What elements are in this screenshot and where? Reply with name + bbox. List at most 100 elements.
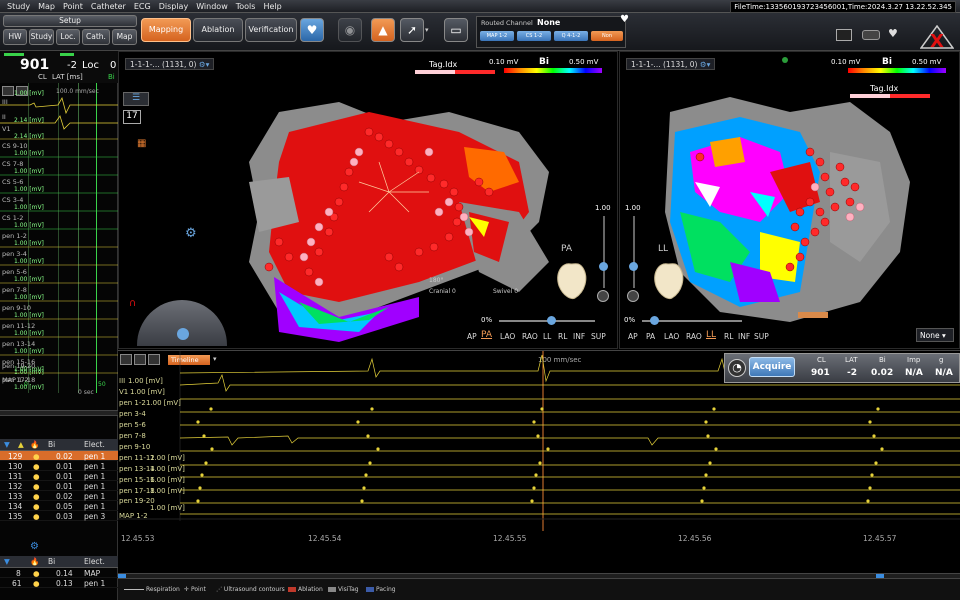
view-rl[interactable]: RL [724,332,733,341]
acquire-header: g [939,356,944,364]
column-header[interactable]: Elect. [84,440,105,449]
magnet-icon[interactable]: ∩ [129,298,136,309]
opacity-slider-handle[interactable] [629,262,638,271]
setup-button[interactable]: Setup [3,15,137,27]
table-row[interactable]: 134 ● 0.05 pen 1 [0,501,118,511]
menu-map[interactable]: Map [34,0,59,11]
view-lao[interactable]: LAO [500,332,515,341]
menu-point[interactable]: Point [59,0,87,11]
dropdown-chevron-icon[interactable]: ▾ [425,26,429,34]
opacity-slider[interactable] [633,216,635,288]
column-header[interactable]: Elect. [84,557,105,566]
column-header[interactable]: Bi [48,440,55,449]
table-row[interactable]: 135 ● 0.03 pen 3 [0,511,118,521]
alert-icon[interactable]: X [919,24,955,52]
screen-icon[interactable]: ▭ [444,18,468,42]
column-header[interactable]: Bi [48,557,55,566]
menu-window[interactable]: Window [192,0,232,11]
acquire-cl-value: 901 [811,368,830,378]
table-row[interactable]: 8 ● 0.14 MAP [0,568,118,578]
grid-settings-icon[interactable]: ▦ [137,138,151,150]
map-title-dropdown[interactable]: 1-1-1-... (1131, 0) ⚙▾ [626,58,716,70]
view-rao[interactable]: RAO [522,332,538,341]
opacity-slider-handle[interactable] [599,262,608,271]
view-rao[interactable]: RAO [686,332,702,341]
navigation-dial[interactable] [137,300,227,346]
time-marker: 0 [24,381,28,388]
view-sup[interactable]: SUP [591,332,606,341]
ablation-mode-button[interactable]: Ablation [193,18,243,42]
menu-tools[interactable]: Tools [232,0,260,11]
heart-view-icon[interactable]: ♥ [300,18,324,42]
menu-study[interactable]: Study [0,0,34,11]
view-sup[interactable]: SUP [754,332,769,341]
cursor-tool-icon[interactable]: ➚ [400,18,424,42]
study-button[interactable]: Study [29,29,54,45]
layers-icon[interactable]: ☰ [123,92,149,106]
anatomy-map-left[interactable] [219,92,609,352]
left-map-pane[interactable]: 1-1-1-... (1131, 0) ⚙▾ 0.10 mV Bi 0.50 m… [118,51,618,349]
view-rl[interactable]: RL [558,332,567,341]
point-elect: pen 1 [84,492,106,501]
routed-chip[interactable]: Q 4-1-2 [554,31,588,41]
view-ll[interactable]: LL [706,330,716,340]
acquire-settings-icon[interactable]: ◔ [728,359,746,377]
menu-help[interactable]: Help [259,0,285,11]
map-options-icon[interactable]: ⚙▾ [199,60,210,69]
mapping-mode-button[interactable]: Mapping [141,18,191,42]
table-row[interactable]: 131 ● 0.01 pen 1 [0,471,118,481]
map-options-icon[interactable]: ⚙▾ [700,60,711,69]
anatomy-map-right[interactable] [650,92,930,342]
view-ll[interactable]: LL [543,332,551,341]
table-row[interactable]: 130 ● 0.01 pen 1 [0,461,118,471]
table-row[interactable]: 61 ● 0.13 pen 1 [0,578,118,588]
routed-chip[interactable]: CS 1-2 [517,31,551,41]
opacity-slider[interactable] [603,216,605,288]
view-inf[interactable]: INF [738,332,750,341]
chevron-down-icon[interactable] [627,290,639,302]
acquire-button[interactable]: Acquire [749,357,795,377]
verification-mode-button[interactable]: Verification [245,18,297,42]
view-ap[interactable]: AP [467,332,477,341]
view-pa[interactable]: PA [646,332,655,341]
loc-button[interactable]: Loc. [56,29,80,45]
chevron-down-icon[interactable] [597,290,609,302]
routed-chip[interactable]: Non [591,31,623,41]
ecg-channel-scale: 2.14 [mV] [14,133,44,140]
hw-button[interactable]: HW [3,29,27,45]
menu-display[interactable]: Display [155,0,193,11]
map-button[interactable]: Map [112,29,137,45]
table-row[interactable]: 133 ● 0.02 pen 1 [0,491,118,501]
view-inf[interactable]: INF [573,332,585,341]
view-ap[interactable]: AP [628,332,638,341]
tag-list-icon[interactable]: ⚙ [30,541,44,553]
legend-label: Ultrasound contours [223,586,285,593]
cath-button[interactable]: Cath. [82,29,110,45]
sort-icon[interactable]: ▼ [4,557,10,566]
table-row[interactable]: 129 ● 0.02 pen 1 [0,451,118,461]
left-scrollbar[interactable] [0,410,118,416]
sort-icon[interactable]: ▼ [4,440,10,449]
map-title-dropdown[interactable]: 1-1-1-... (1131, 0) ⚙▾ [125,58,215,70]
gear-icon[interactable]: ⚙ [185,226,201,242]
point-elect: pen 1 [84,462,106,471]
right-map-pane[interactable]: 1-1-1-... (1131, 0) ⚙▾ 0.10 mV Bi 0.50 m… [619,51,960,349]
point-id: 130 [8,462,23,471]
view-pa[interactable]: PA [481,330,492,340]
monitor-icon[interactable] [836,29,852,41]
ecg-channel-scale: 1.00 [mV] [14,330,44,337]
table-row[interactable]: 132 ● 0.01 pen 1 [0,481,118,491]
record-icon[interactable]: ◉ [338,18,362,42]
menu-catheter[interactable]: Catheter [87,0,130,11]
cone-tool-icon[interactable]: ▲ [371,18,395,42]
navigation-center-icon[interactable] [177,328,189,340]
view-lao[interactable]: LAO [664,332,679,341]
overlay-select[interactable]: None ▾ [916,328,954,342]
transparency-slider-handle[interactable] [547,316,556,325]
menu-ecg[interactable]: ECG [130,0,155,11]
device-icon[interactable] [862,30,880,40]
point-cross-icon: ✛ [184,586,190,593]
routed-chip[interactable]: MAP 1-2 [480,31,514,41]
transparency-slider-handle[interactable] [650,316,659,325]
heart-catheter-icon[interactable]: ♥ [888,27,908,41]
